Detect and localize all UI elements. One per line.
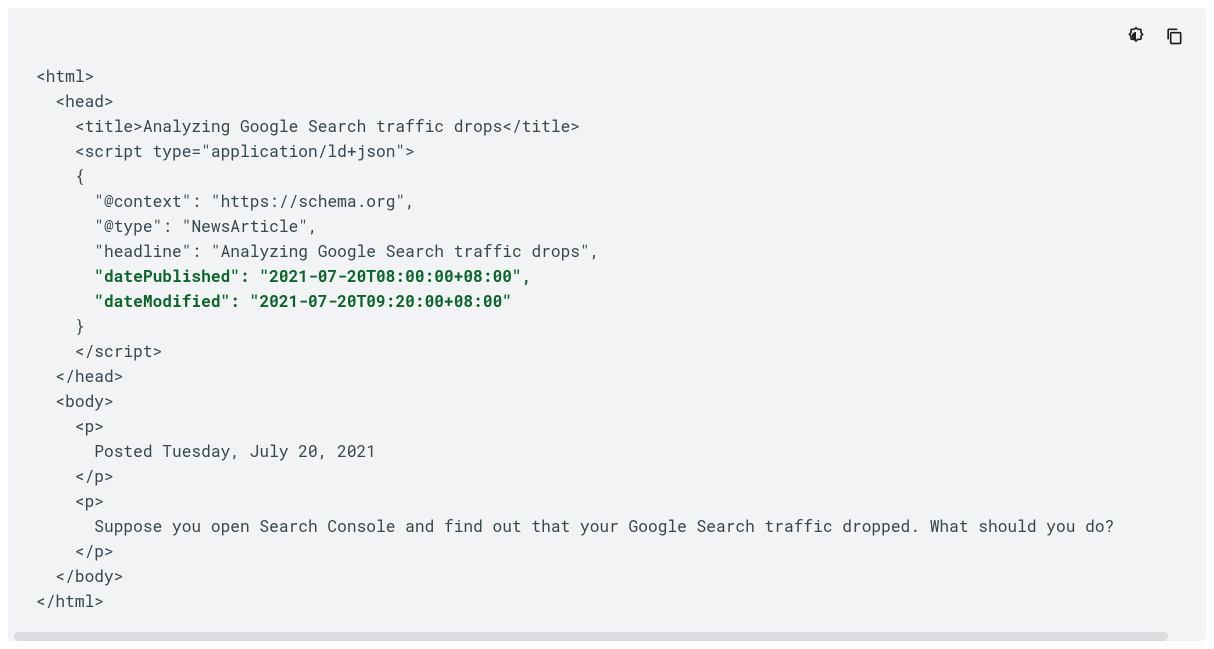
code-line-highlight: "dateModified": [36, 291, 230, 312]
code-text: "https://schema.org": [211, 191, 405, 212]
code-line: Suppose you open Search Console and find…: [36, 516, 1114, 537]
code-line: </p>: [36, 466, 114, 487]
code-line: Posted Tuesday, July 20, 2021: [36, 441, 376, 462]
code-text-highlight: :: [230, 291, 249, 312]
code-text: "application/ld+json": [201, 141, 405, 162]
copy-icon: [1164, 26, 1184, 46]
code-line: <script type=: [36, 141, 201, 162]
code-text-highlight: ,: [522, 266, 532, 287]
horizontal-scrollbar-thumb[interactable]: [14, 632, 1168, 641]
code-line: {: [36, 166, 85, 187]
code-line: <head>: [36, 91, 114, 112]
code-text-highlight: "2021-07-20T09:20:00+08:00": [250, 291, 512, 312]
theme-toggle-button[interactable]: [1124, 24, 1148, 48]
code-text: ,: [590, 241, 600, 262]
code-line: "@context": [36, 191, 191, 212]
code-text: Analyzing Google Search traffic drops: [143, 116, 502, 137]
code-text-highlight: "2021-07-20T08:00:00+08:00": [259, 266, 521, 287]
code-text: :: [191, 191, 210, 212]
code-text: "Analyzing Google Search traffic drops": [211, 241, 590, 262]
code-text: :: [162, 216, 181, 237]
code-line: </body>: [36, 566, 123, 587]
code-text: </title>: [502, 116, 580, 137]
code-text: ,: [308, 216, 318, 237]
code-line: </head>: [36, 366, 123, 387]
copy-button[interactable]: [1162, 24, 1186, 48]
code-line: </html>: [36, 591, 104, 612]
code-text: >: [405, 141, 415, 162]
code-line: }: [36, 316, 85, 337]
code-content[interactable]: <html> <head> <title>Analyzing Google Se…: [8, 8, 1206, 634]
code-line: </script>: [36, 341, 162, 362]
code-line: "headline": [36, 241, 191, 262]
code-line: <html>: [36, 66, 94, 87]
code-line-highlight: "datePublished": [36, 266, 240, 287]
code-toolbar: [1124, 24, 1186, 48]
code-block: <html> <head> <title>Analyzing Google Se…: [8, 8, 1206, 641]
code-text: :: [191, 241, 210, 262]
code-text-highlight: :: [240, 266, 259, 287]
code-line: <p>: [36, 416, 104, 437]
horizontal-scrollbar-track: [8, 632, 1206, 641]
code-line: </p>: [36, 541, 114, 562]
theme-toggle-icon: [1126, 26, 1146, 46]
code-text: "NewsArticle": [182, 216, 308, 237]
code-line: <body>: [36, 391, 114, 412]
code-text: ,: [405, 191, 415, 212]
code-line: "@type": [36, 216, 162, 237]
code-line: <title>: [36, 116, 143, 137]
code-line: <p>: [36, 491, 104, 512]
